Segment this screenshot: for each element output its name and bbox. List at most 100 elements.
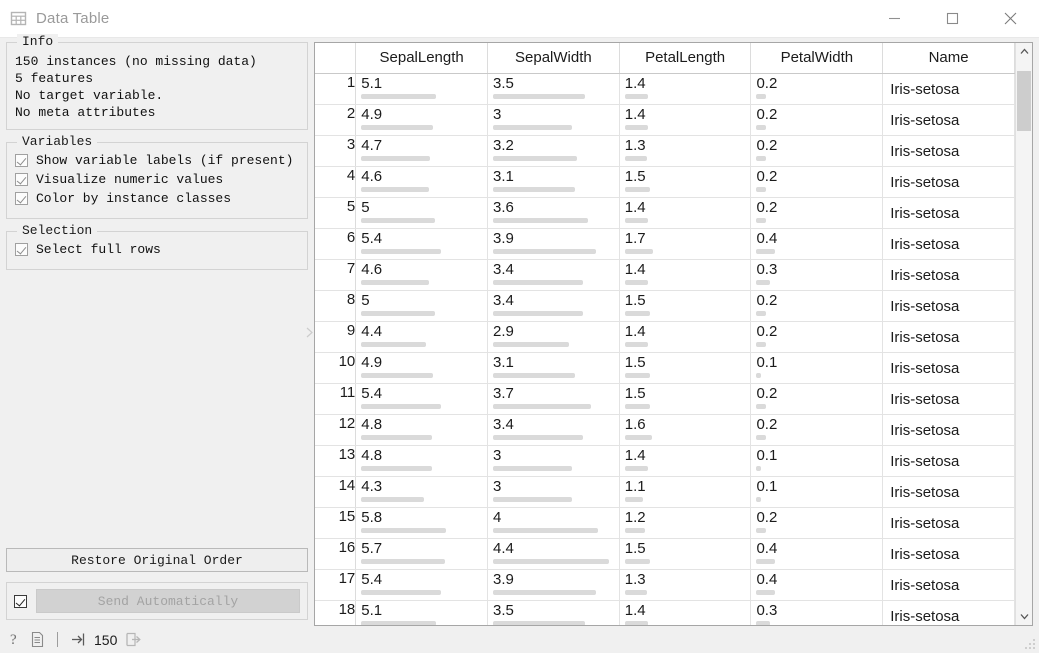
table-cell-sepalwidth[interactable]: 3 [488,104,620,135]
table-cell-sepallength[interactable]: 5.1 [356,600,488,625]
table-cell-name[interactable]: Iris-setosa [883,600,1015,625]
column-header-name[interactable]: Name [883,43,1015,73]
table-row[interactable]: 44.63.11.50.2Iris-setosa [315,166,1015,197]
table-cell-sepallength[interactable]: 4.9 [356,352,488,383]
send-automatically-button[interactable]: Send Automatically [36,589,300,613]
table-cell-sepalwidth[interactable]: 3.6 [488,197,620,228]
table-cell-sepalwidth[interactable]: 3.5 [488,600,620,625]
table-cell-name[interactable]: Iris-setosa [883,507,1015,538]
table-cell-petallength[interactable]: 1.5 [619,538,751,569]
table-cell-petallength[interactable]: 1.4 [619,259,751,290]
table-cell-petallength[interactable]: 1.5 [619,290,751,321]
table-cell-sepallength[interactable]: 4.6 [356,166,488,197]
table-row[interactable]: 94.42.91.40.2Iris-setosa [315,321,1015,352]
table-cell-sepallength[interactable]: 4.7 [356,135,488,166]
table-row[interactable]: 155.841.20.2Iris-setosa [315,507,1015,538]
table-cell-name[interactable]: Iris-setosa [883,135,1015,166]
table-cell-petallength[interactable]: 1.6 [619,414,751,445]
table-cell-sepalwidth[interactable]: 4 [488,507,620,538]
table-cell-petalwidth[interactable]: 0.1 [751,445,883,476]
table-cell-petalwidth[interactable]: 0.2 [751,321,883,352]
table-cell-petalwidth[interactable]: 0.1 [751,476,883,507]
scrollbar-thumb[interactable] [1017,71,1031,131]
table-cell-name[interactable]: Iris-setosa [883,321,1015,352]
scroll-up-icon[interactable] [1016,43,1032,60]
table-cell-sepallength[interactable]: 5 [356,197,488,228]
table-cell-sepalwidth[interactable]: 3 [488,476,620,507]
table-cell-sepalwidth[interactable]: 3.9 [488,228,620,259]
table-cell-sepalwidth[interactable]: 3.2 [488,135,620,166]
table-cell-sepalwidth[interactable]: 2.9 [488,321,620,352]
table-cell-sepallength[interactable]: 5.7 [356,538,488,569]
table-cell-petalwidth[interactable]: 0.2 [751,290,883,321]
table-cell-petalwidth[interactable]: 0.2 [751,507,883,538]
table-cell-petalwidth[interactable]: 0.2 [751,73,883,104]
close-icon[interactable] [981,0,1039,38]
table-cell-petalwidth[interactable]: 0.2 [751,383,883,414]
table-cell-sepallength[interactable]: 4.3 [356,476,488,507]
table-cell-name[interactable]: Iris-setosa [883,197,1015,228]
table-cell-name[interactable]: Iris-setosa [883,414,1015,445]
table-cell-petallength[interactable]: 1.5 [619,352,751,383]
table-cell-name[interactable]: Iris-setosa [883,569,1015,600]
table-cell-petalwidth[interactable]: 0.4 [751,228,883,259]
table-cell-petalwidth[interactable]: 0.3 [751,600,883,625]
table-row[interactable]: 144.331.10.1Iris-setosa [315,476,1015,507]
table-cell-petalwidth[interactable]: 0.2 [751,166,883,197]
table-cell-name[interactable]: Iris-setosa [883,290,1015,321]
table-cell-name[interactable]: Iris-setosa [883,445,1015,476]
table-cell-sepalwidth[interactable]: 4.4 [488,538,620,569]
table-row[interactable]: 165.74.41.50.4Iris-setosa [315,538,1015,569]
table-cell-name[interactable]: Iris-setosa [883,228,1015,259]
table-cell-petallength[interactable]: 1.3 [619,569,751,600]
table-cell-petalwidth[interactable]: 0.1 [751,352,883,383]
table-cell-sepalwidth[interactable]: 3.4 [488,290,620,321]
table-cell-sepalwidth[interactable]: 3.1 [488,352,620,383]
checkbox-visualize-numeric-values[interactable]: Visualize numeric values [15,172,299,187]
table-cell-name[interactable]: Iris-setosa [883,538,1015,569]
checkbox-color-by-instance-classes[interactable]: Color by instance classes [15,191,299,206]
table-cell-petallength[interactable]: 1.1 [619,476,751,507]
panel-collapse-handle[interactable] [304,38,314,626]
table-row[interactable]: 853.41.50.2Iris-setosa [315,290,1015,321]
table-vertical-scrollbar[interactable] [1015,43,1032,625]
table-cell-petallength[interactable]: 1.5 [619,383,751,414]
checkbox-select-full-rows[interactable]: Select full rows [15,242,299,257]
column-header-petalwidth[interactable]: PetalWidth [751,43,883,73]
table-cell-petallength[interactable]: 1.4 [619,445,751,476]
table-cell-sepallength[interactable]: 4.8 [356,445,488,476]
table-cell-petalwidth[interactable]: 0.2 [751,414,883,445]
table-cell-name[interactable]: Iris-setosa [883,352,1015,383]
table-cell-name[interactable]: Iris-setosa [883,476,1015,507]
table-cell-sepallength[interactable]: 5.1 [356,73,488,104]
table-row[interactable]: 74.63.41.40.3Iris-setosa [315,259,1015,290]
table-cell-sepallength[interactable]: 5.4 [356,383,488,414]
table-cell-petalwidth[interactable]: 0.4 [751,569,883,600]
table-cell-sepallength[interactable]: 4.6 [356,259,488,290]
table-row[interactable]: 65.43.91.70.4Iris-setosa [315,228,1015,259]
resize-grip[interactable] [1024,638,1036,650]
table-row[interactable]: 24.931.40.2Iris-setosa [315,104,1015,135]
checkbox-indicator[interactable] [15,173,28,186]
table-cell-sepalwidth[interactable]: 3.1 [488,166,620,197]
table-cell-petallength[interactable]: 1.4 [619,197,751,228]
column-header-sepallength[interactable]: SepalLength [356,43,488,73]
checkbox-indicator[interactable] [15,154,28,167]
table-cell-sepalwidth[interactable]: 3.9 [488,569,620,600]
table-cell-sepalwidth[interactable]: 3 [488,445,620,476]
table-cell-petalwidth[interactable]: 0.2 [751,104,883,135]
table-cell-sepallength[interactable]: 5.4 [356,228,488,259]
table-cell-petallength[interactable]: 1.4 [619,321,751,352]
column-header-petallength[interactable]: PetalLength [619,43,751,73]
restore-original-order-button[interactable]: Restore Original Order [6,548,308,572]
scroll-down-icon[interactable] [1016,608,1032,625]
table-row[interactable]: 134.831.40.1Iris-setosa [315,445,1015,476]
table-row[interactable]: 175.43.91.30.4Iris-setosa [315,569,1015,600]
table-cell-sepalwidth[interactable]: 3.7 [488,383,620,414]
checkbox-indicator[interactable] [15,192,28,205]
table-cell-sepalwidth[interactable]: 3.5 [488,73,620,104]
table-cell-name[interactable]: Iris-setosa [883,104,1015,135]
table-cell-sepallength[interactable]: 4.4 [356,321,488,352]
table-cell-petalwidth[interactable]: 0.4 [751,538,883,569]
maximize-icon[interactable] [923,0,981,38]
